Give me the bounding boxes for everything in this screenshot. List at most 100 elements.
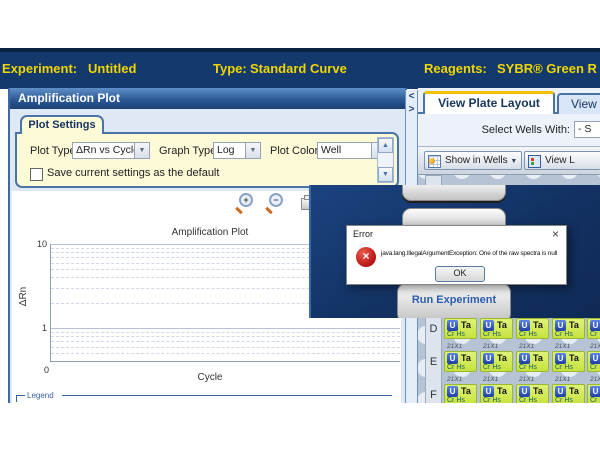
well-target-text: Ta <box>533 320 543 330</box>
well-cell: 21X1UTaCr Hs <box>552 343 586 373</box>
gridline <box>51 353 400 354</box>
tab-view-well-table[interactable]: View <box>557 93 600 114</box>
close-icon[interactable]: × <box>552 227 559 241</box>
view-legend-button[interactable]: View L <box>524 151 600 170</box>
experiment-header-bar: Experiment: Untitled Type: Standard Curv… <box>0 48 600 89</box>
plot-type-select[interactable]: ΔRn vs Cycle ▼ <box>72 142 150 159</box>
well-cell: 21X1UTaCr Hs <box>516 343 550 373</box>
well-target-text: Ta <box>533 353 543 363</box>
task-unknown-icon: U <box>590 353 600 364</box>
zoom-in-icon[interactable]: + <box>235 193 251 213</box>
well-target-text: Ta <box>461 320 471 330</box>
task-unknown-icon: U <box>555 320 566 331</box>
well-cell: 21X1UTaCr Hs <box>587 376 600 403</box>
scroll-down-icon[interactable]: ▼ <box>378 167 393 182</box>
well-target-text: Ta <box>569 320 579 330</box>
expand-right-icon[interactable]: > <box>406 103 417 116</box>
plate-well[interactable]: UTaCr Hs <box>444 318 477 339</box>
plate-well[interactable]: UTaCr Hs <box>444 351 477 372</box>
select-wells-dropdown[interactable]: - S <box>574 121 600 138</box>
task-unknown-icon: U <box>519 320 530 331</box>
well-bottom-text: Cr Hs <box>483 331 501 338</box>
type-label: Type: <box>213 52 247 85</box>
task-unknown-icon: U <box>447 353 458 364</box>
task-unknown-icon: U <box>483 386 494 397</box>
run-experiment-button[interactable]: Run Experiment <box>397 283 511 318</box>
legend-label: Legend <box>27 391 54 400</box>
well-sample-text: 21X1 <box>587 343 600 351</box>
well-sample-text: 21X1 <box>516 343 550 351</box>
error-message: java.lang.IllegalArgumentException: One … <box>381 250 565 259</box>
well-bottom-text: Cr Hs <box>590 364 600 371</box>
graph-type-label: Graph Type: <box>159 145 219 157</box>
task-unknown-icon: U <box>555 386 566 397</box>
well-sample-text: 21X1 <box>480 376 514 384</box>
well-cell: 21X1UTaCr Hs <box>552 376 586 403</box>
plate-row-label: D <box>425 319 442 340</box>
well-target-text: Ta <box>497 353 507 363</box>
well-bottom-text: Cr Hs <box>555 364 573 371</box>
task-unknown-icon: U <box>447 386 458 397</box>
plot-settings-body: Plot Type: ΔRn vs Cycle ▼ Graph Type: Lo… <box>15 132 399 188</box>
well-cell: 21X1UTaCr Hs <box>480 376 514 403</box>
task-unknown-icon: U <box>519 353 530 364</box>
graph-type-value: Log <box>217 144 235 156</box>
task-unknown-icon: U <box>447 320 458 331</box>
graph-type-select[interactable]: Log ▼ <box>213 142 261 159</box>
plate-well[interactable]: UTaCr Hs <box>480 384 513 403</box>
well-target-text: Ta <box>497 320 507 330</box>
gridline <box>51 328 400 329</box>
well-cell: 21X1UTaCr Hs <box>444 376 478 403</box>
show-in-wells-button[interactable]: Show in Wells ▼ <box>424 151 522 170</box>
chevron-down-icon: ▼ <box>134 143 149 158</box>
task-unknown-icon: U <box>555 353 566 364</box>
plot-type-value: ΔRn vs Cycle <box>76 144 139 156</box>
y-axis-tick: 10 <box>31 239 47 249</box>
plate-well[interactable]: UTaCr Hs <box>516 384 549 403</box>
well-cell: 21X1UTaCr Hs <box>480 343 514 373</box>
select-wells-label: Select Wells With: <box>458 124 570 136</box>
experiment-label: Experiment: <box>2 52 77 85</box>
zoom-out-glyph: − <box>269 193 283 207</box>
task-unknown-icon: U <box>483 353 494 364</box>
plate-well[interactable]: UTaCr Hs <box>480 351 513 372</box>
plate-well[interactable]: UTaCr Hs <box>587 318 600 339</box>
task-unknown-icon: U <box>590 386 600 397</box>
well-target-text: Ta <box>497 386 507 396</box>
plate-well[interactable]: UTaCr Hs <box>552 384 585 403</box>
plate-well[interactable]: UTaCr Hs <box>444 384 477 403</box>
legend-frame-line <box>62 395 392 396</box>
zoom-out-icon[interactable]: − <box>265 193 281 213</box>
plate-well[interactable]: UTaCr Hs <box>587 351 600 372</box>
plate-well[interactable]: UTaCr Hs <box>587 384 600 403</box>
settings-scrollbar[interactable]: ▲ ▼ <box>377 137 394 183</box>
plot-color-value: Well <box>321 144 341 156</box>
tab-view-plate-layout[interactable]: View Plate Layout <box>423 91 555 114</box>
error-icon: × <box>356 247 376 267</box>
plate-well[interactable]: UTaCr Hs <box>552 318 585 339</box>
save-default-checkbox[interactable] <box>30 168 43 181</box>
well-bottom-text: Cr Hs <box>519 364 537 371</box>
tab-plot-settings[interactable]: Plot Settings <box>20 115 104 134</box>
plate-well[interactable]: UTaCr Hs <box>516 318 549 339</box>
collapse-left-icon[interactable]: < <box>406 90 417 103</box>
plate-well[interactable]: UTaCr Hs <box>516 351 549 372</box>
well-sample-text: 21X1 <box>444 343 478 351</box>
gridline <box>51 341 400 342</box>
run-experiment-label: Run Experiment <box>398 294 510 306</box>
task-unknown-icon: U <box>519 386 530 397</box>
plate-well[interactable]: UTaCr Hs <box>552 351 585 372</box>
chevron-down-icon: ▼ <box>510 158 517 165</box>
task-unknown-icon: U <box>590 320 600 331</box>
well-sample-text: 21X1 <box>552 376 586 384</box>
run-window-button-top[interactable] <box>402 185 506 201</box>
ok-button[interactable]: OK <box>435 266 485 282</box>
well-bottom-text: Cr Hs <box>555 331 573 338</box>
zoom-in-glyph: + <box>239 193 253 207</box>
plate-well[interactable]: UTaCr Hs <box>480 318 513 339</box>
show-in-wells-label: Show in Wells <box>445 155 508 166</box>
well-sample-text: 21X1 <box>516 376 550 384</box>
scroll-up-icon[interactable]: ▲ <box>378 138 393 153</box>
well-bottom-text: Cr Hs <box>590 331 600 338</box>
x-axis-label: Cycle <box>50 372 370 383</box>
